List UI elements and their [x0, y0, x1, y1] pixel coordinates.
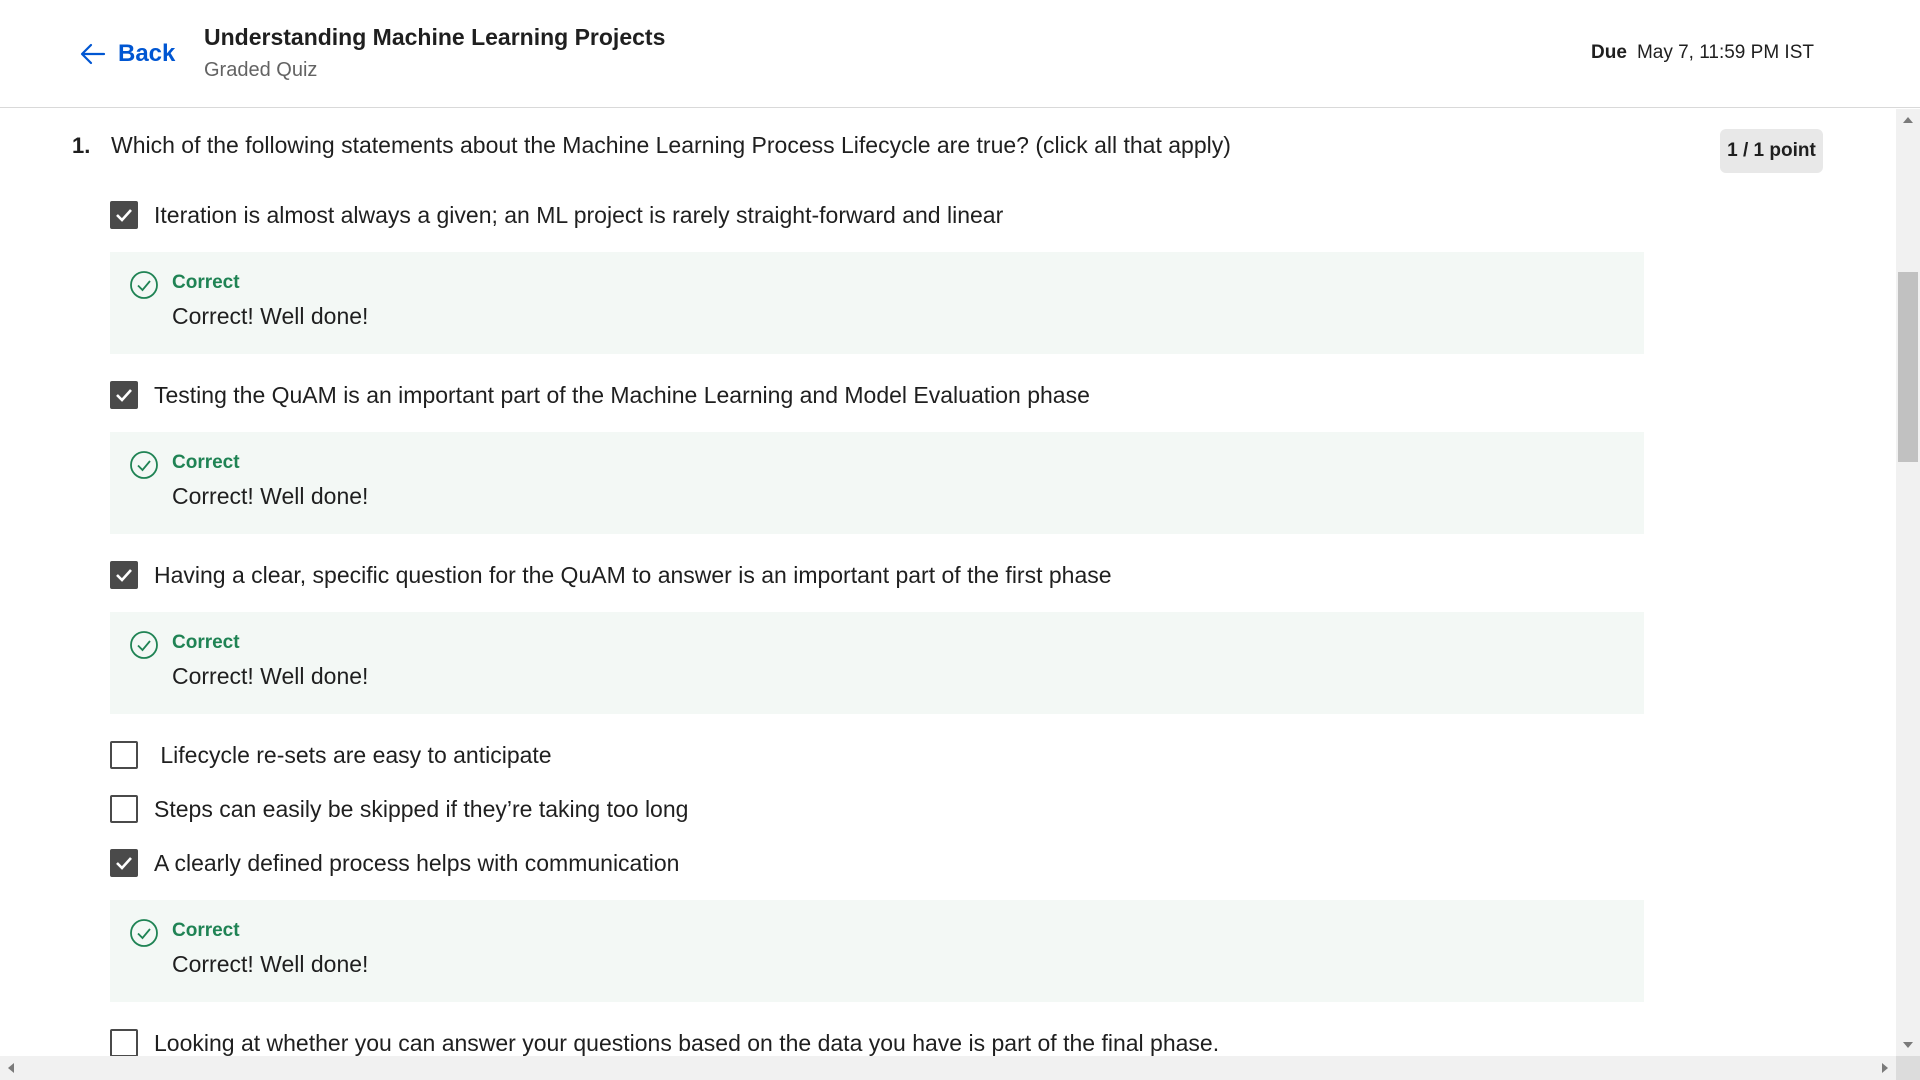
answer-option[interactable]: Having a clear, specific question for th…: [110, 561, 1112, 589]
checkbox-checked[interactable]: [110, 849, 138, 877]
answer-option[interactable]: A clearly defined process helps with com…: [110, 849, 679, 877]
feedback-correct: Correct Correct! Well done!: [110, 432, 1644, 534]
due-value: May 7, 11:59 PM IST: [1636, 42, 1814, 63]
option-label: Testing the QuAM is an important part of…: [154, 381, 1090, 408]
feedback-text: Correct! Well done!: [172, 303, 369, 329]
points-badge: 1 / 1 point: [1720, 129, 1823, 173]
feedback-text: Correct! Well done!: [172, 951, 369, 977]
check-circle-icon: [130, 919, 158, 947]
assessment-type: Graded Quiz: [204, 59, 318, 81]
checkmark-icon: [116, 569, 132, 582]
scrollbar-corner: [1896, 1056, 1920, 1080]
check-circle-icon: [130, 631, 158, 659]
feedback-correct: Correct Correct! Well done!: [110, 900, 1644, 1002]
answer-option[interactable]: Iteration is almost always a given; an M…: [110, 201, 1003, 229]
checkmark-icon: [116, 857, 132, 870]
option-label: Lifecycle re-sets are easy to anticipate: [154, 741, 552, 768]
checkbox-checked[interactable]: [110, 381, 138, 409]
answer-option[interactable]: Lifecycle re-sets are easy to anticipate: [110, 741, 552, 769]
scroll-down-icon[interactable]: [1903, 1042, 1913, 1048]
quiz-content: 1. Which of the following statements abo…: [0, 109, 1896, 1056]
option-label: Having a clear, specific question for th…: [154, 561, 1112, 588]
horizontal-scrollbar[interactable]: [0, 1056, 1896, 1080]
feedback-label: Correct: [172, 632, 240, 653]
back-button[interactable]: Back: [78, 36, 175, 72]
arrow-left-icon: [80, 43, 106, 65]
answer-option[interactable]: Steps can easily be skipped if they’re t…: [110, 795, 688, 823]
checkmark-icon: [116, 209, 132, 222]
feedback-correct: Correct Correct! Well done!: [110, 252, 1644, 354]
answer-option[interactable]: Looking at whether you can answer your q…: [110, 1029, 1219, 1056]
checkbox-unchecked[interactable]: [110, 1029, 138, 1056]
option-label: Steps can easily be skipped if they’re t…: [154, 795, 689, 822]
checkbox-unchecked[interactable]: [110, 741, 138, 769]
due-label: Due: [1591, 42, 1627, 63]
feedback-label: Correct: [172, 452, 240, 473]
back-label: Back: [118, 40, 176, 67]
due-date: Due May 7, 11:59 PM IST: [1591, 42, 1814, 64]
check-circle-icon: [130, 451, 158, 479]
course-title: Understanding Machine Learning Projects: [204, 24, 666, 50]
question-text: Which of the following statements about …: [111, 132, 1231, 158]
scrollbar-thumb[interactable]: [1898, 272, 1918, 462]
checkmark-icon: [116, 389, 132, 402]
feedback-label: Correct: [172, 272, 240, 293]
scroll-up-icon[interactable]: [1903, 117, 1913, 123]
feedback-correct: Correct Correct! Well done!: [110, 612, 1644, 714]
scroll-left-icon[interactable]: [8, 1063, 14, 1073]
option-label: A clearly defined process helps with com…: [154, 849, 680, 876]
scroll-right-icon[interactable]: [1882, 1063, 1888, 1073]
vertical-scrollbar[interactable]: [1896, 109, 1920, 1056]
feedback-text: Correct! Well done!: [172, 483, 369, 509]
checkbox-checked[interactable]: [110, 561, 138, 589]
answer-option[interactable]: Testing the QuAM is an important part of…: [110, 381, 1090, 409]
question-number: 1.: [72, 133, 91, 158]
option-label: Iteration is almost always a given; an M…: [154, 201, 1004, 228]
checkbox-unchecked[interactable]: [110, 795, 138, 823]
feedback-text: Correct! Well done!: [172, 663, 369, 689]
option-label: Looking at whether you can answer your q…: [154, 1029, 1220, 1056]
check-circle-icon: [130, 271, 158, 299]
feedback-label: Correct: [172, 920, 240, 941]
checkbox-checked[interactable]: [110, 201, 138, 229]
quiz-header: Back Understanding Machine Learning Proj…: [0, 0, 1920, 108]
